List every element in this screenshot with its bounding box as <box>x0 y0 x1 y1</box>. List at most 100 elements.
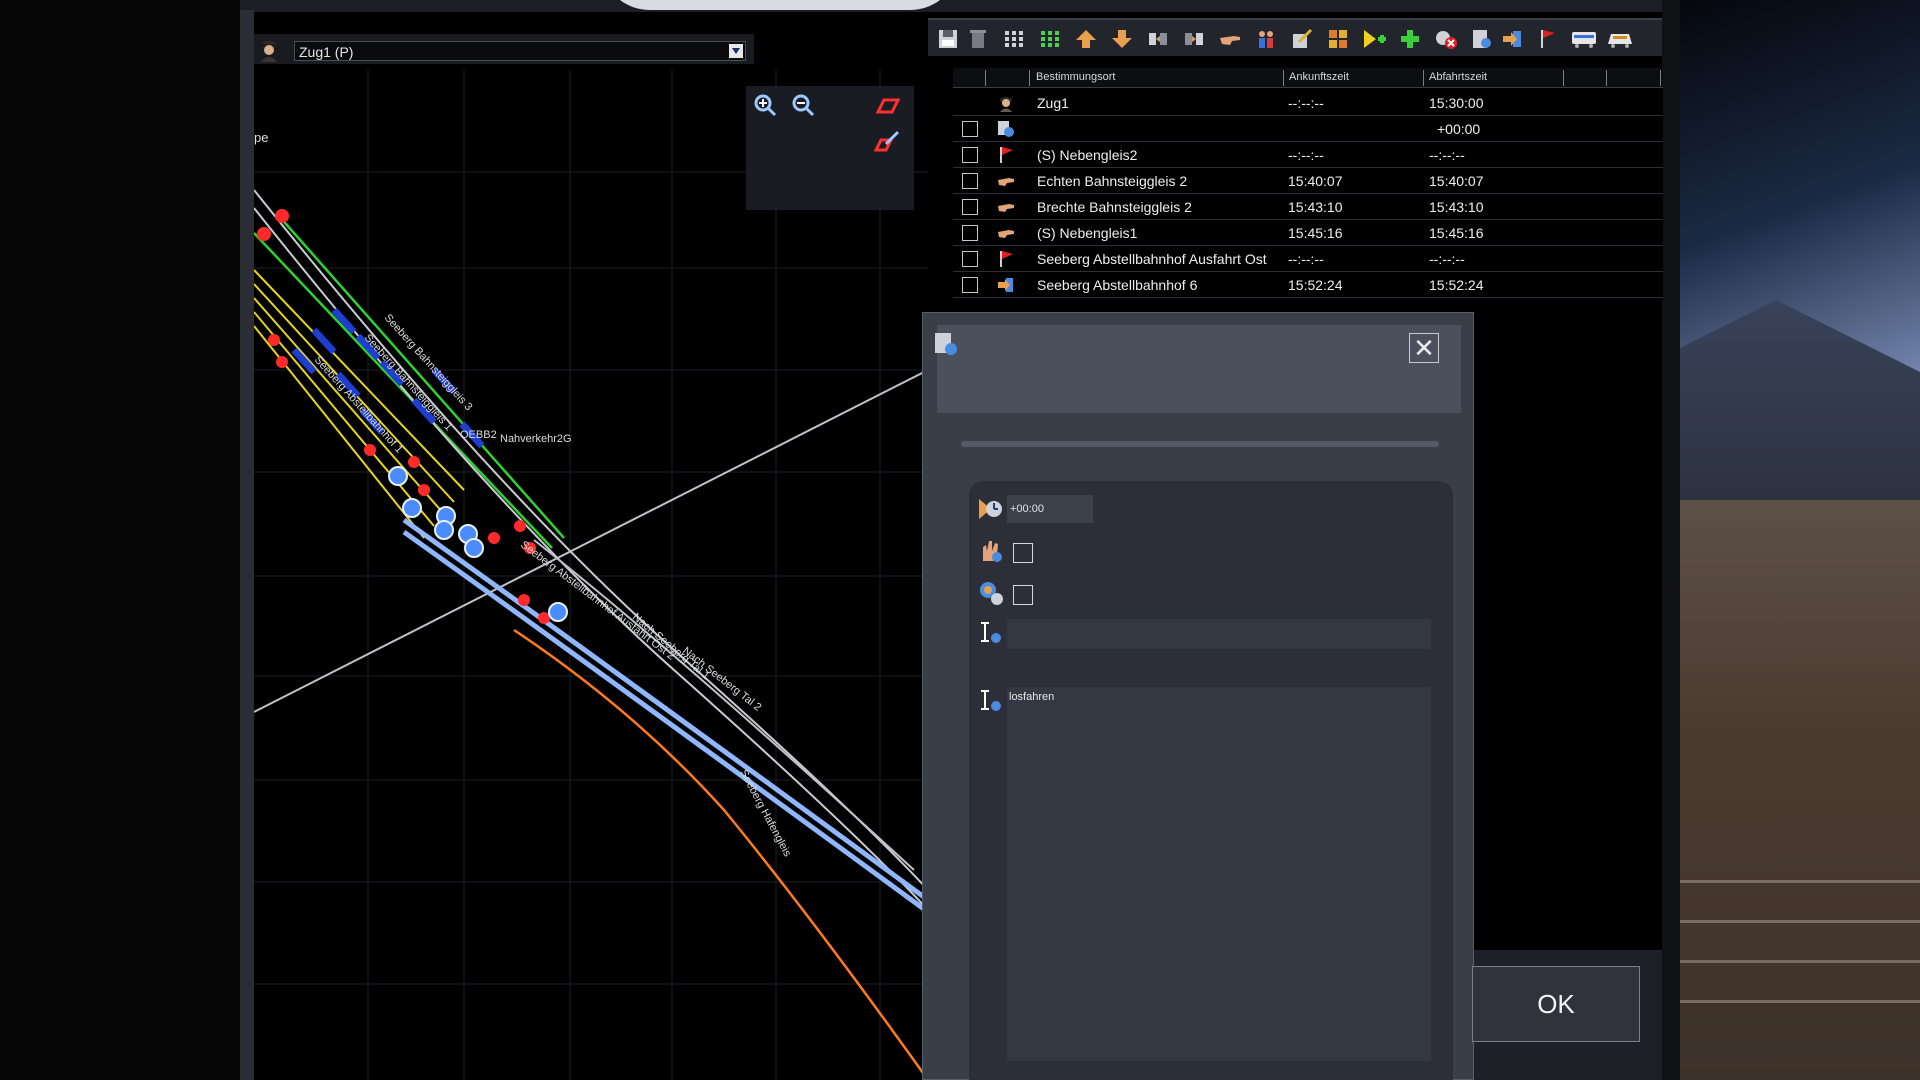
top-strip <box>240 0 1680 12</box>
schedule-row[interactable]: Brechte Bahnsteiggleis 2 15:43:10 15:43:… <box>953 194 1663 220</box>
pointing-hand-icon[interactable] <box>1216 26 1244 52</box>
frame-edge <box>240 10 254 1080</box>
track-labels: Seeberg Bahnsteiggleis 3 Seeberg Bahnste… <box>312 312 794 859</box>
wagon-icon[interactable] <box>1570 26 1598 52</box>
column-divider <box>1660 70 1661 86</box>
chevron-down-icon[interactable] <box>729 44 743 58</box>
row-destination: Brechte Bahnsteiggleis 2 <box>1037 199 1192 215</box>
schedule-row[interactable]: +00:00 <box>953 116 1663 142</box>
arrive-icon[interactable] <box>1498 26 1526 52</box>
hand-signal-checkbox[interactable] <box>1013 543 1033 563</box>
track-map-canvas[interactable]: Seeberg Bahnsteiggleis 3 Seeberg Bahnste… <box>254 70 928 1080</box>
rail-line <box>1680 920 1920 923</box>
arrive-icon <box>998 278 1013 292</box>
text-input[interactable] <box>1007 619 1431 649</box>
grid-green-icon[interactable] <box>1036 26 1064 52</box>
people-icon[interactable] <box>1252 26 1280 52</box>
zoom-out-icon[interactable] <box>790 92 816 118</box>
flag-icon[interactable] <box>1534 26 1562 52</box>
header-arrival[interactable]: Ankunftszeit <box>1289 71 1349 83</box>
train-dropdown-value: Zug1 (P) <box>299 44 354 60</box>
row-arrival: --:--:-- <box>1288 251 1324 267</box>
header-departure[interactable]: Abfahrtszeit <box>1429 71 1487 83</box>
eraser-icon[interactable] <box>874 92 900 118</box>
save-icon[interactable] <box>934 26 962 52</box>
rail-line <box>1680 880 1920 883</box>
row-destination: (S) Nebengleis1 <box>1037 225 1138 241</box>
merge-icon[interactable] <box>1180 26 1208 52</box>
row-checkbox[interactable] <box>962 225 978 241</box>
ground <box>1680 500 1920 1080</box>
zoom-panel <box>746 86 914 210</box>
formation-icon[interactable] <box>1324 26 1352 52</box>
grid-icon[interactable] <box>1000 26 1028 52</box>
ok-button[interactable]: OK <box>1472 966 1640 1042</box>
delete-icon[interactable] <box>964 26 992 52</box>
move-down-icon[interactable] <box>1108 26 1136 52</box>
row-checkbox[interactable] <box>962 121 978 137</box>
header-destination[interactable]: Bestimmungsort <box>1036 71 1115 83</box>
row-departure: 15:52:24 <box>1429 277 1484 293</box>
column-divider <box>1029 70 1030 86</box>
move-up-icon[interactable] <box>1072 26 1100 52</box>
row-checkbox[interactable] <box>962 277 978 293</box>
close-icon[interactable]: ✕ <box>1409 333 1439 363</box>
train-dropdown[interactable]: Zug1 (P) <box>294 41 746 61</box>
scenery-right <box>1680 0 1920 1080</box>
add-green-icon[interactable] <box>1396 26 1424 52</box>
column-divider <box>1283 70 1284 86</box>
row-departure: --:--:-- <box>1429 251 1465 267</box>
map-grid <box>254 70 928 1080</box>
row-arrival: 15:52:24 <box>1288 277 1343 293</box>
schedule-row[interactable]: (S) Nebengleis2 --:--:-- --:--:-- <box>953 142 1663 168</box>
row-departure: 15:30:00 <box>1429 95 1484 111</box>
pointing-hand-icon <box>998 230 1014 238</box>
hand-signal-icon <box>983 541 1002 562</box>
script-cursor-icon <box>981 690 1001 711</box>
locomotive-icon[interactable] <box>1606 26 1634 52</box>
row-checkbox[interactable] <box>962 173 978 189</box>
row-departure: 15:40:07 <box>1429 173 1484 189</box>
driver-icon <box>261 41 277 62</box>
settings-checkbox[interactable] <box>1013 585 1033 605</box>
wait-time-field[interactable]: +00:00 <box>1007 495 1093 523</box>
track-label: Seeberg Abstellbahnhof Ausfahrt Ost 2 <box>518 539 677 663</box>
row-departure: 15:45:16 <box>1429 225 1484 241</box>
row-checkbox[interactable] <box>962 199 978 215</box>
driver-icon <box>1000 97 1012 112</box>
split-icon[interactable] <box>1144 26 1172 52</box>
schedule-row[interactable]: Seeberg Abstellbahnhof 6 15:52:24 15:52:… <box>953 272 1663 298</box>
row-destination: (S) Nebengleis2 <box>1037 147 1138 163</box>
eraser-edit-icon[interactable] <box>874 128 900 154</box>
schedule-row[interactable]: Echten Bahnsteiggleis 2 15:40:07 15:40:0… <box>953 168 1663 194</box>
flag-icon <box>1000 147 1013 163</box>
text-cursor-icon <box>981 622 1001 643</box>
track-map[interactable]: Seeberg Bahnsteiggleis 3 Seeberg Bahnste… <box>254 70 928 1080</box>
map-edge-label: pe <box>254 130 269 145</box>
row-arrival: --:--:-- <box>1288 95 1324 111</box>
instruction-icon[interactable] <box>1468 26 1496 52</box>
row-checkbox[interactable] <box>962 147 978 163</box>
add-yellow-icon[interactable] <box>1360 26 1388 52</box>
track-label: Nahverkehr2G <box>500 433 572 445</box>
toolbar <box>928 18 1662 56</box>
row-departure: --:--:-- <box>1429 147 1465 163</box>
row-departure: +00:00 <box>1437 121 1481 137</box>
dialog-body: +00:00 losfahren <box>969 481 1453 1080</box>
schedule-row[interactable]: (S) Nebengleis1 15:45:16 15:45:16 <box>953 220 1663 246</box>
schedule-row[interactable]: Zug1 --:--:-- 15:30:00 <box>953 90 1663 116</box>
row-checkbox[interactable] <box>962 251 978 267</box>
connector-line <box>254 369 928 713</box>
column-divider <box>1606 70 1607 86</box>
screen: Zug1 (P) Seeberg Bahnsteiggleis 3 Seeber… <box>0 0 1920 1080</box>
schedule-row[interactable]: Seeberg Abstellbahnhof Ausfahrt Ost --:-… <box>953 246 1663 272</box>
rail-line <box>1680 1000 1920 1003</box>
script-textarea[interactable]: losfahren <box>1007 687 1431 1061</box>
track-label: Nach Seeberg Tal 2 <box>680 645 763 714</box>
zoom-in-icon[interactable] <box>752 92 778 118</box>
schedule-header: Bestimmungsort Ankunftszeit Abfahrtszeit <box>953 68 1663 88</box>
edit-schedule-icon[interactable] <box>1288 26 1316 52</box>
row-destination: Seeberg Abstellbahnhof Ausfahrt Ost <box>1037 251 1267 267</box>
remove-stop-icon[interactable] <box>1432 26 1460 52</box>
schedule-table: Bestimmungsort Ankunftszeit Abfahrtszeit… <box>953 68 1663 300</box>
